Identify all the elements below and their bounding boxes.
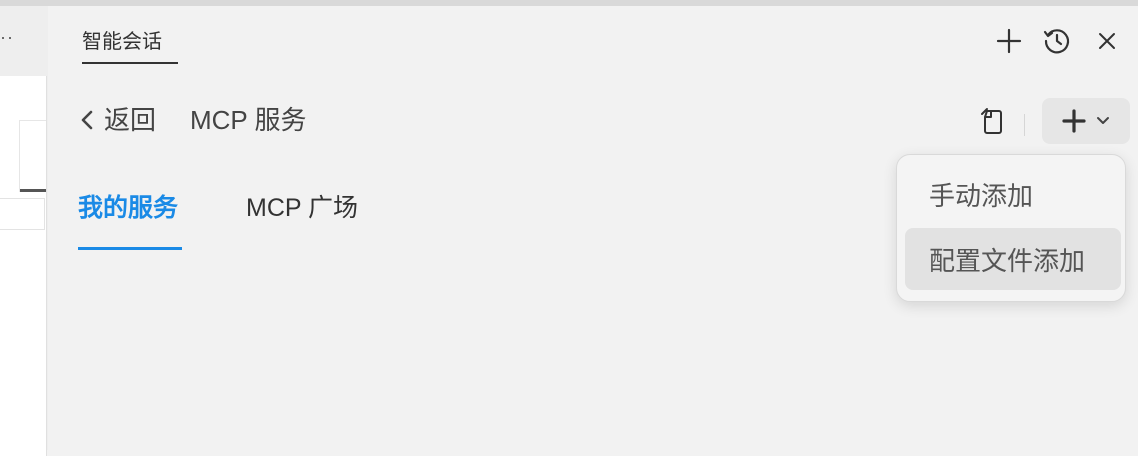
plus-icon[interactable] [994, 26, 1024, 56]
toolbar-separator [1024, 114, 1025, 136]
left-editor-content [0, 76, 47, 456]
active-tab-indicator [78, 247, 182, 250]
plus-icon [1062, 109, 1086, 133]
divider [19, 120, 20, 192]
chevron-left-icon [81, 110, 93, 130]
left-input-field[interactable] [0, 198, 45, 230]
tab-my-services[interactable]: 我的服务 [78, 192, 178, 224]
menu-item-config-file-add[interactable]: 配置文件添加 [905, 228, 1121, 290]
back-label: 返回 [104, 105, 157, 135]
chevron-down-icon [1097, 117, 1109, 124]
back-button[interactable]: 返回 [78, 104, 156, 136]
chat-panel: 智能会话 返回 MCP 服务 我的服务 MCP 广场 手动添加 配置文件添加 [48, 6, 1138, 450]
scroll-indicator [20, 189, 46, 192]
add-dropdown-menu: 手动添加 配置文件添加 [896, 154, 1126, 302]
close-icon[interactable] [1092, 26, 1122, 56]
page-title: MCP 服务 [190, 105, 307, 135]
tab-underline [82, 62, 178, 64]
left-editor-pane: ·· [0, 6, 48, 456]
tab-mcp-plaza[interactable]: MCP 广场 [246, 192, 358, 224]
import-config-icon[interactable] [978, 106, 1008, 136]
menu-item-manual-add[interactable]: 手动添加 [905, 163, 1121, 225]
history-icon[interactable] [1042, 26, 1072, 56]
divider [20, 120, 46, 121]
add-server-button[interactable] [1042, 98, 1130, 144]
tab-smart-chat[interactable]: 智能会话 [82, 28, 162, 56]
more-icon[interactable]: ·· [0, 28, 14, 46]
